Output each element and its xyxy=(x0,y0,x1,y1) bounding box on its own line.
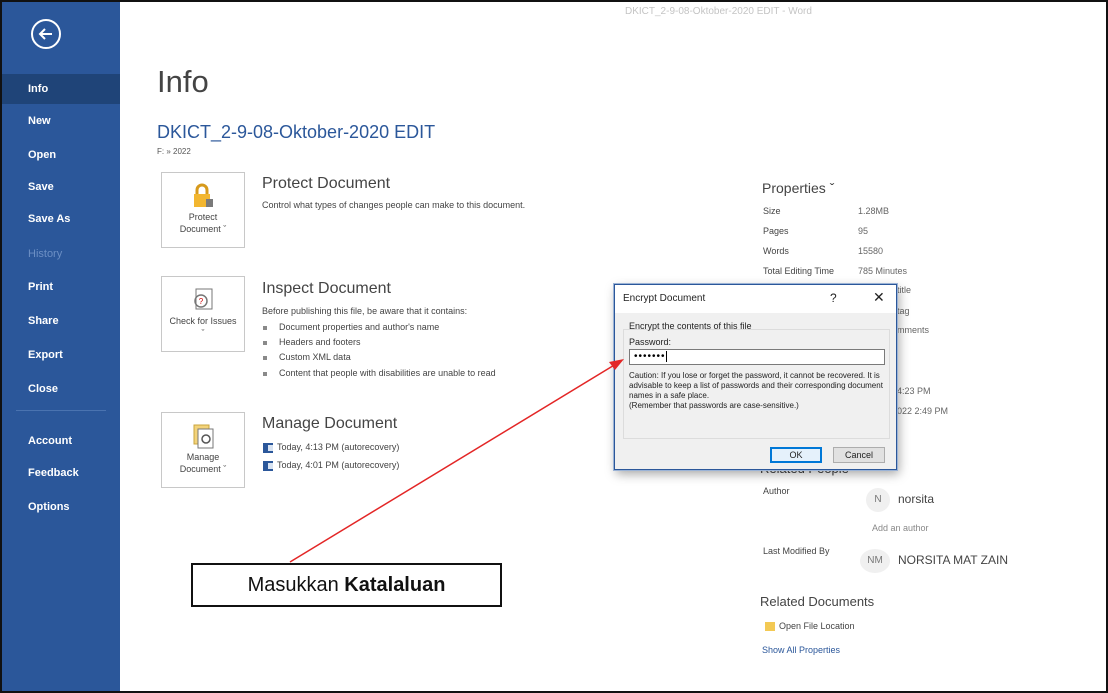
annotation-arrow xyxy=(289,359,624,563)
callout-text: Masukkan xyxy=(247,574,345,596)
word-backstage-window: Info New Open Save Save As History Print… xyxy=(0,0,1108,693)
annotation-callout: Masukkan Katalaluan xyxy=(191,563,502,607)
callout-bold-text: Katalaluan xyxy=(344,574,446,596)
